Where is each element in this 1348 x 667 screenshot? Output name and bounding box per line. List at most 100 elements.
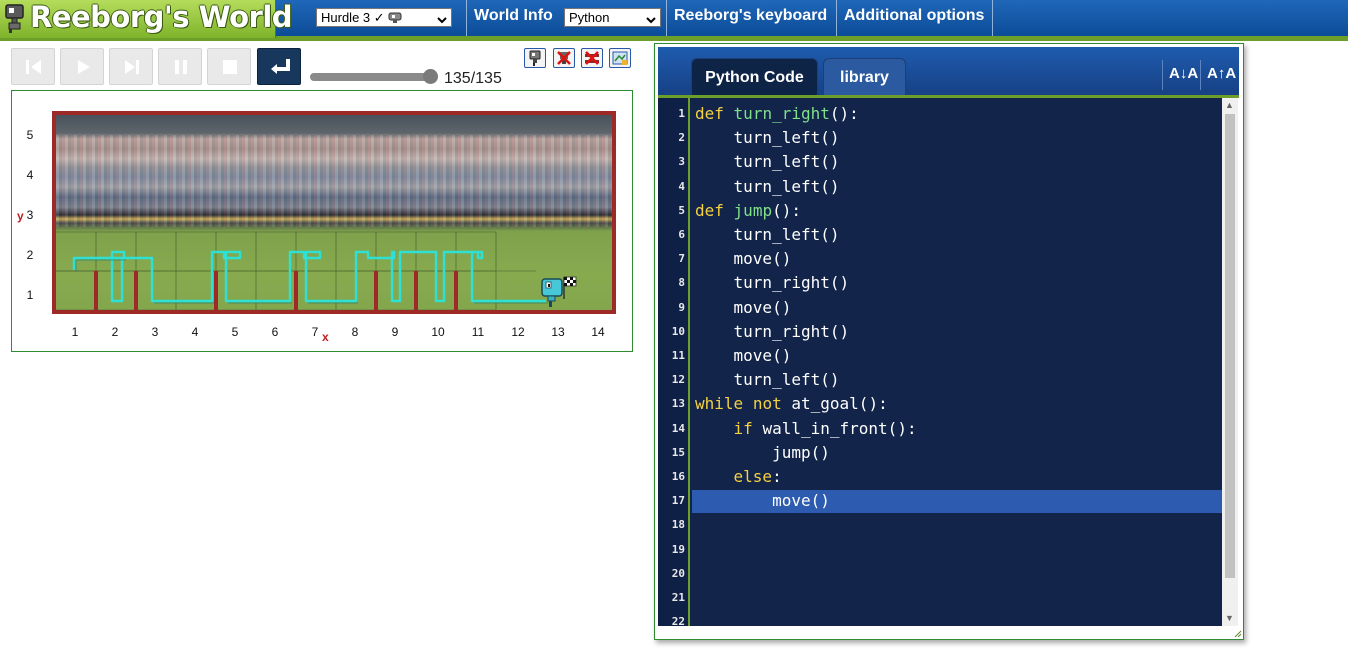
line-number: 19 (671, 542, 685, 556)
robot-model-button[interactable] (524, 48, 546, 68)
code-editor[interactable]: 1 2 3 4 5 6 7 8 9 10 11 12 13 14 15 16 17 18 19 20 21 22 def … (658, 98, 1238, 626)
x-tick: 13 (551, 325, 565, 339)
chevron-down-icon (437, 12, 447, 27)
line-number: 13 (671, 397, 685, 411)
goal-flag-icon (563, 276, 577, 299)
line-number-gutter: 1 2 3 4 5 6 7 8 9 10 11 12 13 14 15 16 17 18 19 20 21 22 (658, 98, 690, 626)
speed-slider[interactable] (310, 73, 432, 81)
code-line: else: (733, 467, 782, 486)
code-line: while not at_goal(): (695, 394, 888, 414)
x-tick: 12 (511, 325, 525, 339)
world-editor-icon (612, 51, 628, 65)
reload-icon (271, 59, 290, 74)
line-number: 14 (671, 421, 685, 435)
x-tick: 8 (351, 325, 359, 339)
font-decrease-button[interactable]: A↓A (1162, 60, 1202, 90)
line-number: 10 (671, 324, 685, 338)
line-number: 4 (678, 179, 685, 193)
world-select[interactable]: Hurdle 3 ✓ (316, 8, 452, 27)
world-editor-button[interactable] (609, 48, 631, 68)
trace-shadow (75, 259, 548, 304)
header-separator (992, 0, 993, 36)
reload-button[interactable] (257, 48, 301, 85)
pause-button[interactable] (158, 48, 202, 85)
code-line: move() (772, 491, 830, 511)
scroll-up-icon[interactable]: ▲ (1225, 100, 1234, 110)
first-step-icon (26, 60, 41, 74)
first-step-button[interactable] (11, 48, 55, 85)
code-line: if wall_in_front(): (733, 418, 917, 438)
code-line: turn_left() (733, 152, 840, 172)
delete-walls-button[interactable] (581, 48, 603, 68)
y-tick: 1 (26, 288, 34, 302)
line-number: 17 (671, 494, 685, 508)
code-line: turn_left() (733, 370, 840, 390)
y-tick: 4 (26, 168, 34, 182)
code-line: turn_left() (733, 128, 840, 148)
code-line: turn_right() (733, 321, 850, 341)
step-counter: 135/135 (444, 70, 502, 87)
line-number: 7 (678, 252, 685, 266)
x-tick: 6 (271, 325, 279, 339)
code-line: move() (733, 249, 792, 269)
line-number: 11 (671, 349, 685, 362)
code-line: move() (733, 297, 792, 317)
code-line: turn_right() (733, 273, 850, 293)
scroll-down-icon[interactable]: ▼ (1225, 613, 1234, 623)
chevron-down-icon (646, 12, 656, 27)
x-tick: 2 (111, 325, 119, 339)
tab-python-code[interactable]: Python Code (691, 58, 818, 98)
step-forward-icon (125, 60, 139, 74)
x-tick: 5 (231, 325, 239, 339)
x-tick: 10 (431, 325, 445, 339)
robot-logo-icon (3, 3, 27, 38)
line-number: 6 (678, 228, 685, 241)
font-increase-button[interactable]: A↑A (1200, 60, 1238, 90)
line-number: 21 (671, 591, 685, 604)
speed-slider-fill (310, 73, 432, 81)
delete-walls-icon (585, 51, 599, 65)
scrollbar-thumb[interactable] (1225, 114, 1235, 578)
play-icon (78, 60, 90, 74)
y-tick: 2 (26, 248, 34, 262)
x-tick: 1 (71, 325, 79, 339)
y-tick: 5 (26, 128, 34, 142)
logo-text: Reeborg's World (30, 0, 293, 34)
tab-library[interactable]: library (823, 58, 906, 98)
world-select-value: Hurdle 3 ✓ (321, 10, 385, 25)
robot-trace (72, 250, 546, 303)
stop-icon (223, 60, 237, 74)
delete-robot-button[interactable] (553, 48, 575, 68)
line-number: 1 (678, 107, 685, 120)
header-separator (466, 0, 467, 36)
x-tick: 11 (471, 325, 485, 339)
x-tick: 14 (591, 325, 605, 339)
code-line: turn_left() (733, 176, 840, 196)
line-number: 16 (671, 470, 685, 483)
robot-model-icon (529, 50, 541, 66)
line-number: 5 (678, 203, 685, 217)
line-number: 22 (671, 615, 685, 626)
keyboard-button[interactable]: Reeborg's keyboard (674, 7, 827, 25)
editor-header: Python Code library A↓A A↑A (658, 47, 1239, 98)
world-canvas[interactable] (52, 111, 616, 314)
header-separator (666, 0, 667, 36)
resize-grip-icon[interactable] (1234, 630, 1242, 638)
stop-button[interactable] (207, 48, 251, 85)
y-axis-label: y (17, 209, 24, 223)
hurdle-walls (94, 271, 458, 310)
line-number: 18 (671, 518, 685, 532)
code-line: turn_left() (733, 225, 840, 244)
language-select[interactable]: Python (564, 8, 661, 27)
delete-robot-icon (557, 51, 571, 65)
speed-slider-thumb[interactable] (423, 69, 438, 84)
additional-options-button[interactable]: Additional options (844, 7, 984, 25)
robot-status-icon (388, 10, 402, 25)
editor-scrollbar[interactable]: ▲ ▼ (1222, 98, 1238, 626)
line-number: 20 (671, 566, 685, 580)
world-info-button[interactable]: World Info (474, 7, 553, 25)
play-button[interactable] (60, 48, 104, 85)
x-tick: 4 (191, 325, 199, 339)
header-separator (836, 0, 837, 36)
step-forward-button[interactable] (109, 48, 153, 85)
